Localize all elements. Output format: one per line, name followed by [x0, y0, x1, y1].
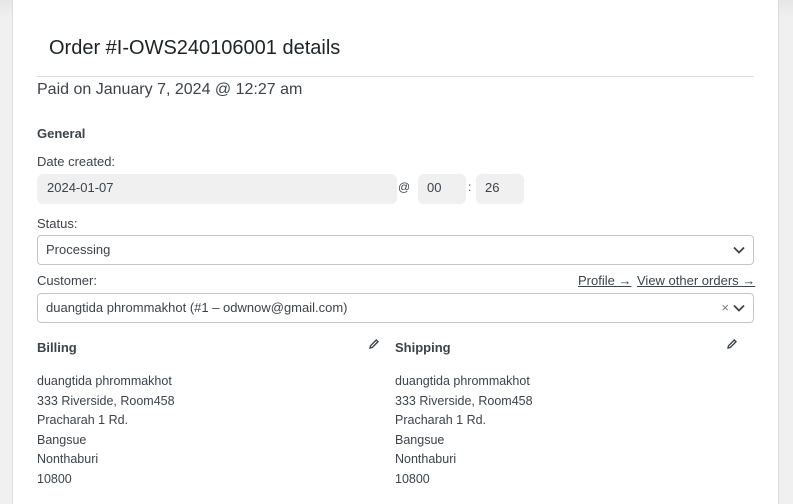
address-line: Bangsue: [395, 432, 445, 447]
address-line: 10800: [37, 471, 72, 486]
customer-label: Customer:: [37, 273, 97, 288]
minute-input[interactable]: 26: [476, 174, 524, 204]
address-line: Pracharah 1 Rd.: [37, 413, 129, 428]
address-line: Nonthaburi: [395, 452, 457, 467]
billing-address: duangtida phrommakhot 333 Riverside, Roo…: [37, 372, 175, 490]
chevron-down-icon: [733, 246, 745, 254]
status-value: Processing: [46, 242, 111, 257]
hour-input[interactable]: 00: [418, 174, 466, 204]
customer-profile-link[interactable]: Profile →: [578, 273, 631, 288]
order-title: Order #I-OWS240106001 details: [49, 37, 341, 59]
address-line: Bangsue: [37, 432, 87, 447]
shipping-heading: Shipping: [395, 340, 451, 355]
shipping-address: duangtida phrommakhot 333 Riverside, Roo…: [395, 372, 533, 490]
view-other-orders-link[interactable]: View other orders →: [637, 273, 755, 288]
address-line: 333 Riverside, Room458: [395, 393, 533, 408]
divider: [37, 76, 754, 77]
billing-heading: Billing: [37, 340, 77, 355]
paid-date-text: Paid on January 7, 2024 @ 12:27 am: [37, 81, 303, 98]
pencil-icon[interactable]: [368, 338, 380, 350]
chevron-down-icon: [733, 304, 745, 312]
pencil-icon[interactable]: [726, 338, 738, 350]
address-line: 10800: [395, 471, 430, 486]
address-line: duangtida phrommakhot: [37, 374, 172, 388]
status-label: Status:: [37, 216, 78, 231]
at-sign: @: [398, 180, 411, 194]
address-line: Pracharah 1 Rd.: [395, 413, 487, 428]
address-line: 333 Riverside, Room458: [37, 393, 175, 408]
status-select[interactable]: Processing: [37, 235, 754, 265]
time-separator: :: [468, 180, 472, 194]
customer-select[interactable]: duangtida phrommakhot (#1 – odwnow@gmail…: [37, 293, 754, 323]
address-line: Nonthaburi: [37, 452, 99, 467]
clear-icon[interactable]: ×: [721, 300, 729, 315]
customer-value: duangtida phrommakhot (#1 – odwnow@gmail…: [46, 300, 348, 315]
order-data-panel: Order #I-OWS240106001 details Paid on Ja…: [12, 0, 779, 504]
address-line: duangtida phrommakhot: [395, 374, 530, 388]
general-heading: General: [37, 126, 86, 141]
date-created-input[interactable]: 2024-01-07: [37, 174, 397, 204]
date-created-label: Date created:: [37, 154, 116, 169]
